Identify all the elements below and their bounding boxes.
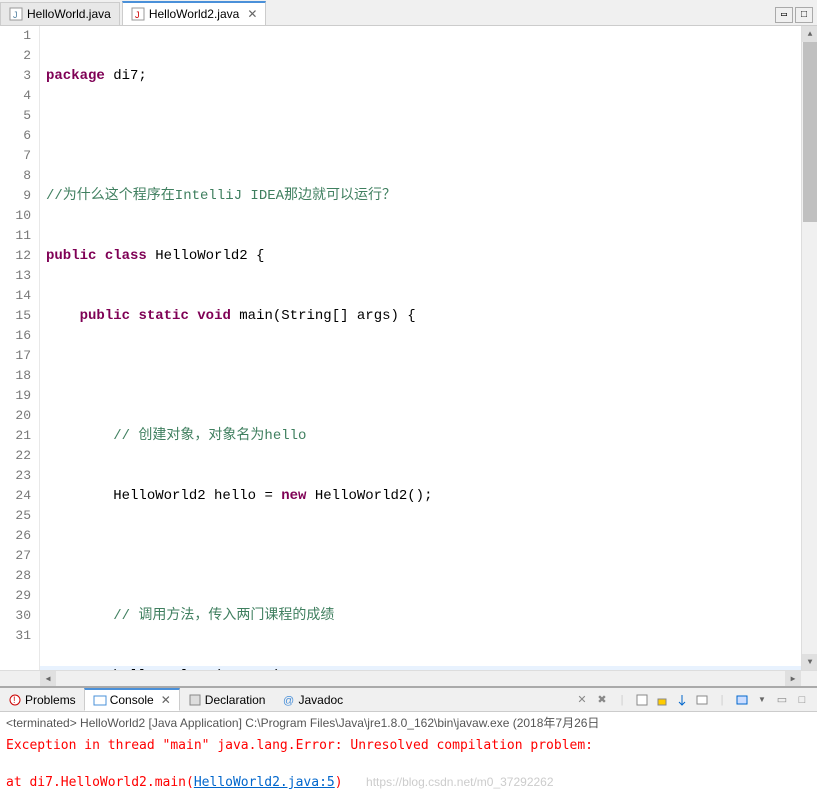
svg-text:@: @	[283, 695, 294, 707]
error-line	[6, 755, 811, 773]
line-number: 18	[0, 366, 31, 386]
problems-icon: !	[8, 693, 22, 707]
line-number: 2	[0, 46, 31, 66]
vertical-scrollbar[interactable]: ▲ ▼	[801, 26, 817, 670]
scroll-left-icon[interactable]: ◀	[40, 671, 56, 687]
console-toolbar: ✕ ✖ | | ▼ ▭ □	[567, 691, 817, 709]
source-link[interactable]: HelloWorld2.java:5	[194, 775, 335, 790]
display-selected-icon[interactable]	[693, 691, 711, 709]
line-number: 21	[0, 426, 31, 446]
scroll-down-icon[interactable]: ▼	[802, 654, 817, 670]
java-file-icon: J	[131, 7, 145, 21]
divider: |	[713, 691, 731, 709]
line-number: 11	[0, 226, 31, 246]
watermark: https://blog.csdn.net/m0_37292262	[366, 775, 553, 789]
line-number: 10	[0, 206, 31, 226]
pin-console-icon[interactable]	[673, 691, 691, 709]
line-number: 25	[0, 506, 31, 526]
svg-text:J: J	[135, 10, 140, 20]
javadoc-icon: @	[281, 693, 295, 707]
tab-helloworld-java[interactable]: J HelloWorld.java	[0, 2, 120, 25]
remove-launch-icon[interactable]: ✕	[573, 691, 591, 709]
dropdown-icon[interactable]: ▼	[753, 691, 771, 709]
scroll-lock-icon[interactable]	[653, 691, 671, 709]
remove-all-icon[interactable]: ✖	[593, 691, 611, 709]
svg-text:J: J	[13, 10, 18, 20]
line-number: 7	[0, 146, 31, 166]
scroll-right-icon[interactable]: ▶	[785, 671, 801, 687]
close-icon[interactable]: ✕	[161, 693, 171, 707]
open-console-icon[interactable]	[733, 691, 751, 709]
maximize-button[interactable]: □	[795, 7, 813, 23]
tab-label: HelloWorld.java	[27, 7, 111, 21]
close-icon[interactable]: ✕	[247, 7, 257, 21]
clear-console-icon[interactable]	[633, 691, 651, 709]
line-number: 8	[0, 166, 31, 186]
tab-console[interactable]: Console ✕	[84, 688, 180, 711]
editor-tabs: J HelloWorld.java J HelloWorld2.java ✕ ▭…	[0, 0, 817, 26]
line-number: 26	[0, 526, 31, 546]
line-number: 14	[0, 286, 31, 306]
line-number: 6	[0, 126, 31, 146]
console-output[interactable]: Exception in thread "main" java.lang.Err…	[0, 733, 817, 796]
tab-label: HelloWorld2.java	[149, 7, 240, 21]
line-number: 20	[0, 406, 31, 426]
line-number-gutter: 1 2 3 4 5 6 7 8 9 10 11 12 13 14 15 16 1…	[0, 26, 40, 670]
declaration-icon	[188, 693, 202, 707]
line-number: 28	[0, 566, 31, 586]
line-number: 5	[0, 106, 31, 126]
line-number: 27	[0, 546, 31, 566]
tab-problems[interactable]: ! Problems	[0, 690, 84, 710]
divider: |	[613, 691, 631, 709]
maximize-icon[interactable]: □	[793, 691, 811, 709]
minimize-button[interactable]: ▭	[775, 7, 793, 23]
stack-trace-line: at di7.HelloWorld2.main(HelloWorld2.java…	[6, 773, 811, 792]
line-number: 29	[0, 586, 31, 606]
bottom-panel: ! Problems Console ✕ Declaration @ Javad…	[0, 686, 817, 806]
console-icon	[93, 693, 107, 707]
tab-helloworld2-java[interactable]: J HelloWorld2.java ✕	[122, 1, 267, 25]
line-number: 19	[0, 386, 31, 406]
svg-text:!: !	[13, 695, 16, 705]
line-number: 3	[0, 66, 31, 86]
minimize-icon[interactable]: ▭	[773, 691, 791, 709]
line-number: 4	[0, 86, 31, 106]
bottom-tabs: ! Problems Console ✕ Declaration @ Javad…	[0, 688, 817, 712]
horizontal-scrollbar[interactable]: ◀ ▶	[0, 670, 817, 686]
scroll-up-icon[interactable]: ▲	[802, 26, 817, 42]
line-number: 23	[0, 466, 31, 486]
line-number: 22	[0, 446, 31, 466]
line-number: 13	[0, 266, 31, 286]
editor-area: 1 2 3 4 5 6 7 8 9 10 11 12 13 14 15 16 1…	[0, 26, 817, 670]
line-number: 30	[0, 606, 31, 626]
java-file-icon: J	[9, 7, 23, 21]
console-header: <terminated> HelloWorld2 [Java Applicati…	[0, 712, 817, 733]
line-number: 1	[0, 26, 31, 46]
scroll-thumb[interactable]	[803, 42, 817, 222]
line-number: 24	[0, 486, 31, 506]
code-editor[interactable]: package di7; //为什么这个程序在IntelliJ IDEA那边就可…	[40, 26, 801, 670]
line-number: 15	[0, 306, 31, 326]
tab-javadoc[interactable]: @ Javadoc	[273, 690, 351, 710]
window-controls: ▭ □	[771, 5, 817, 25]
line-number: 12	[0, 246, 31, 266]
tab-declaration[interactable]: Declaration	[180, 690, 274, 710]
line-number: 31	[0, 626, 31, 646]
line-number: 17	[0, 346, 31, 366]
line-number: 16	[0, 326, 31, 346]
error-line: Exception in thread "main" java.lang.Err…	[6, 737, 811, 755]
line-number: 9	[0, 186, 31, 206]
